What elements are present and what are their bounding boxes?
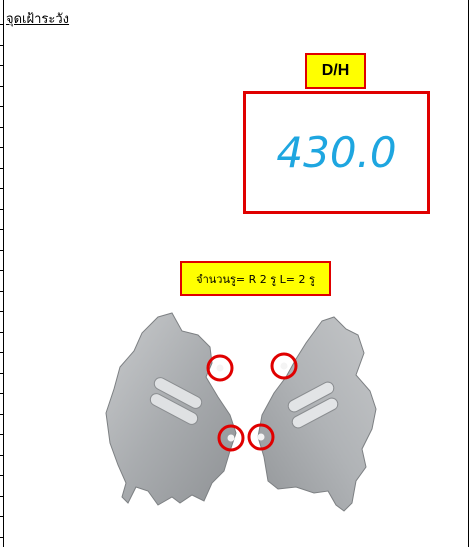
row-gridline-tick bbox=[0, 516, 4, 517]
spreadsheet-sheet: จุดเฝ้าระวัง D/H 430.0 จำนวนรู= R 2 รู L… bbox=[0, 0, 471, 547]
row-gridline-tick bbox=[0, 209, 4, 210]
row-gridline-tick bbox=[0, 352, 4, 353]
row-gridline-tick bbox=[0, 86, 4, 87]
row-gridline-tick bbox=[0, 414, 4, 415]
row-gridline-tick bbox=[0, 434, 4, 435]
dh-label-cell[interactable]: D/H bbox=[305, 53, 366, 89]
row-gridline-tick bbox=[0, 311, 4, 312]
row-gridline-tick bbox=[0, 106, 4, 107]
hole-count-cell[interactable]: จำนวนรู= R 2 รู L= 2 รู bbox=[180, 261, 331, 296]
hole-marker-1 bbox=[206, 354, 234, 382]
row-gridline-tick bbox=[0, 188, 4, 189]
row-gridline-tick bbox=[0, 373, 4, 374]
row-gridline-tick bbox=[0, 168, 4, 169]
row-gridline-tick bbox=[0, 393, 4, 394]
row-gridline-tick bbox=[0, 270, 4, 271]
row-gridline-tick bbox=[0, 455, 4, 456]
row-gridline-tick bbox=[0, 496, 4, 497]
row-gridline-tick bbox=[0, 291, 4, 292]
row-gridline-tick bbox=[0, 250, 4, 251]
row-gridline-tick bbox=[0, 537, 4, 538]
part-photo[interactable] bbox=[100, 305, 390, 530]
row-header-edge bbox=[0, 0, 4, 547]
row-gridline-tick bbox=[0, 332, 4, 333]
row-gridline-tick bbox=[0, 24, 4, 25]
row-gridline-tick bbox=[0, 229, 4, 230]
row-gridline-tick bbox=[0, 147, 4, 148]
dh-value: 430.0 bbox=[276, 128, 397, 177]
sheet-title: จุดเฝ้าระวัง bbox=[6, 12, 70, 27]
row-gridline-tick bbox=[0, 127, 4, 128]
row-gridline-tick bbox=[0, 475, 4, 476]
row-gridline-tick bbox=[0, 45, 4, 46]
column-gridline bbox=[468, 0, 469, 547]
dh-value-cell[interactable]: 430.0 bbox=[243, 91, 430, 214]
row-gridline-tick bbox=[0, 65, 4, 66]
